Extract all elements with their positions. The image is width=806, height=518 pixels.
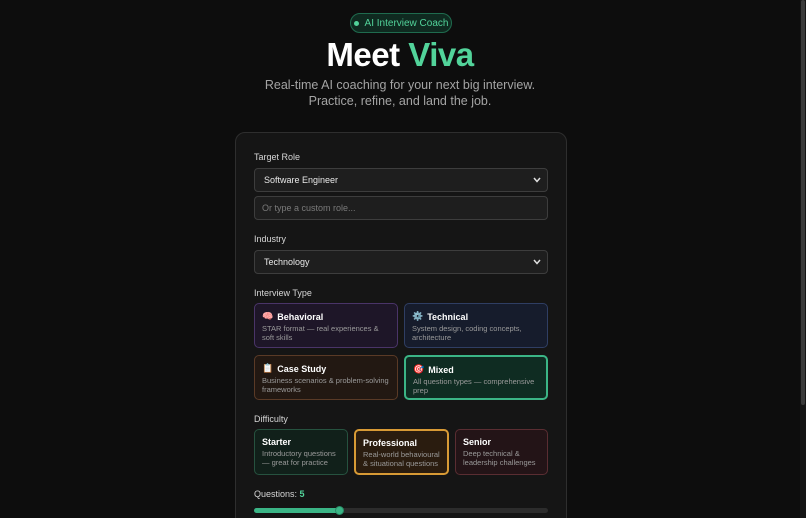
option-title: Senior: [463, 437, 492, 447]
clipboard-icon: 📋: [262, 363, 274, 373]
option-desc: Real-world behavioural & situational que…: [363, 450, 440, 468]
industry-label: Industry: [254, 234, 287, 244]
option-title: Professional: [363, 438, 418, 448]
questions-label: Questions: 5: [254, 489, 305, 499]
interview-type-mixed[interactable]: 🎯 Mixed All question types — comprehensi…: [404, 355, 548, 400]
target-role-value: Software Engineer: [264, 175, 339, 185]
option-desc: Deep technical & leadership challenges: [463, 449, 536, 467]
option-desc: All question types — comprehensive prep: [413, 377, 535, 395]
industry-value: Technology: [264, 257, 310, 267]
difficulty-professional[interactable]: Professional Real-world behavioural & si…: [354, 429, 449, 475]
title-accent: Viva: [408, 36, 474, 73]
status-dot-icon: [353, 20, 359, 26]
custom-role-placeholder: Or type a custom role...: [262, 203, 356, 213]
interview-type-technical[interactable]: ⚙️ Technical System design, coding conce…: [404, 303, 548, 348]
option-title: Starter: [262, 437, 292, 447]
custom-role-input[interactable]: Or type a custom role...: [254, 196, 548, 220]
option-desc: Business scenarios & problem-solving fra…: [262, 376, 389, 394]
interview-type-behavioral[interactable]: 🧠 Behavioral STAR format — real experien…: [254, 303, 398, 348]
difficulty-label: Difficulty: [254, 414, 288, 424]
industry-select[interactable]: Technology: [254, 250, 548, 274]
interview-type-case-study[interactable]: 📋 Case Study Business scenarios & proble…: [254, 355, 398, 400]
page-title: Meet Viva: [0, 36, 800, 74]
subtitle-line-2: Practice, refine, and land the job.: [308, 94, 492, 108]
interview-type-label: Interview Type: [254, 288, 312, 298]
gear-icon: ⚙️: [412, 311, 424, 321]
title-prefix: Meet: [326, 36, 400, 73]
target-icon: 🎯: [413, 364, 425, 374]
option-desc: Introductory questions — great for pract…: [262, 449, 336, 467]
option-desc: System design, coding concepts, architec…: [412, 324, 522, 342]
target-role-label: Target Role: [254, 152, 301, 162]
option-title: Case Study: [277, 363, 327, 374]
subtitle-line-1: Real-time AI coaching for your next big …: [264, 78, 536, 92]
option-title: Technical: [427, 311, 469, 322]
slider-fill: [254, 508, 340, 513]
option-title: Behavioral: [277, 311, 324, 322]
target-role-select[interactable]: Software Engineer: [254, 168, 548, 192]
questions-slider[interactable]: [254, 508, 548, 513]
ai-coach-badge: AI Interview Coach: [350, 13, 452, 33]
difficulty-senior[interactable]: Senior Deep technical & leadership chall…: [455, 429, 548, 475]
chevron-down-icon: [533, 256, 541, 270]
option-title: Mixed: [428, 364, 454, 375]
chevron-down-icon: [533, 174, 541, 188]
page: AI Interview Coach Meet Viva Real-time A…: [0, 0, 806, 518]
questions-count: 5: [299, 489, 305, 499]
difficulty-starter[interactable]: Starter Introductory questions — great f…: [254, 429, 348, 475]
questions-label-text: Questions:: [254, 489, 298, 499]
badge-label: AI Interview Coach: [364, 17, 449, 29]
scrollbar[interactable]: [800, 0, 806, 518]
slider-thumb[interactable]: [334, 506, 344, 515]
scrollbar-thumb[interactable]: [801, 0, 805, 405]
option-desc: STAR format — real experiences & soft sk…: [262, 324, 379, 342]
brain-icon: 🧠: [262, 311, 274, 321]
